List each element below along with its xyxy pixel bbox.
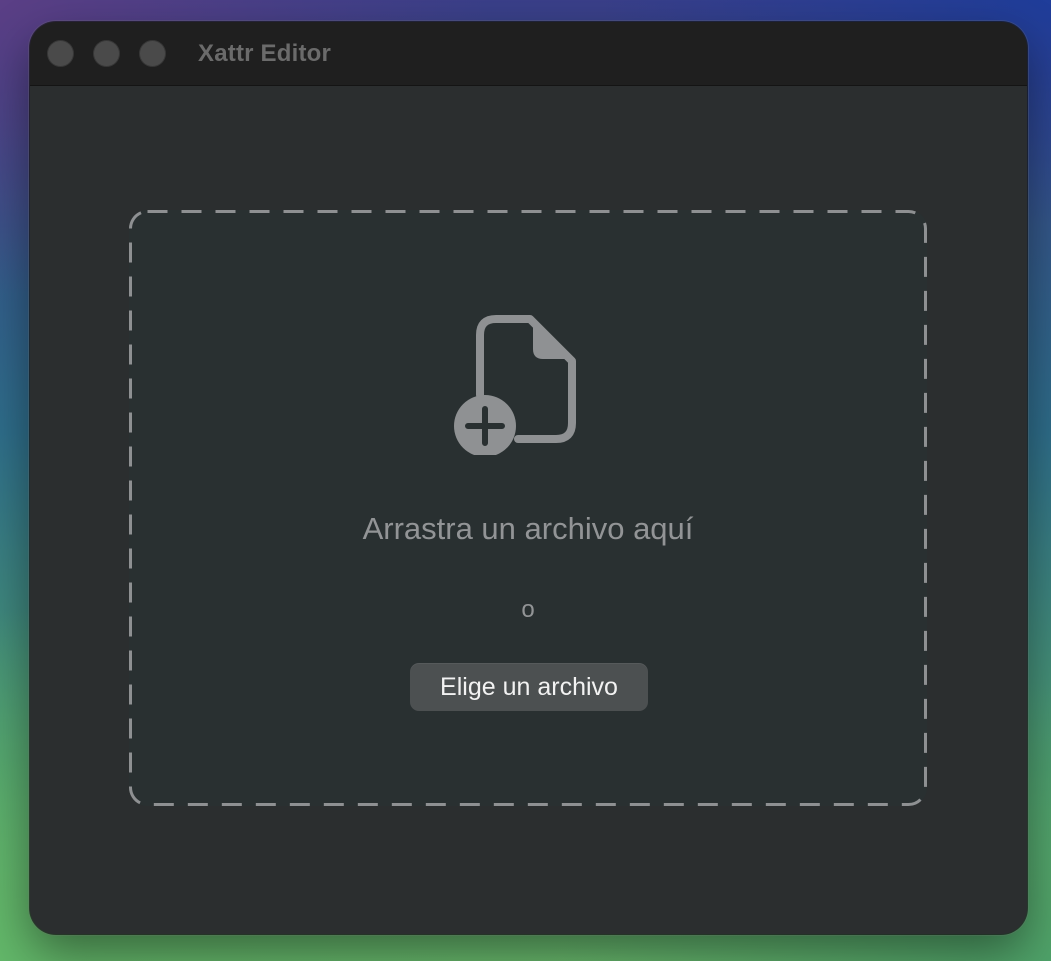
title-bar[interactable]: Xattr Editor <box>30 22 1027 86</box>
zoom-window-button[interactable] <box>139 40 166 67</box>
close-window-button[interactable] <box>47 40 74 67</box>
separator-text: o <box>521 596 535 623</box>
file-drop-zone[interactable]: Arrastra un archivo aquí o Elige un arch… <box>129 210 927 806</box>
main-content: Arrastra un archivo aquí o Elige un arch… <box>30 86 1027 934</box>
drop-prompt-text: Arrastra un archivo aquí <box>362 511 694 546</box>
app-window: Xattr Editor Arrastra un archivo aquí o … <box>30 22 1027 934</box>
drop-zone-border <box>129 210 927 806</box>
doc-badge-plus-icon <box>454 315 576 455</box>
window-title: Xattr Editor <box>198 40 332 67</box>
minimize-window-button[interactable] <box>93 40 120 67</box>
choose-file-button[interactable]: Elige un archivo <box>410 663 648 711</box>
